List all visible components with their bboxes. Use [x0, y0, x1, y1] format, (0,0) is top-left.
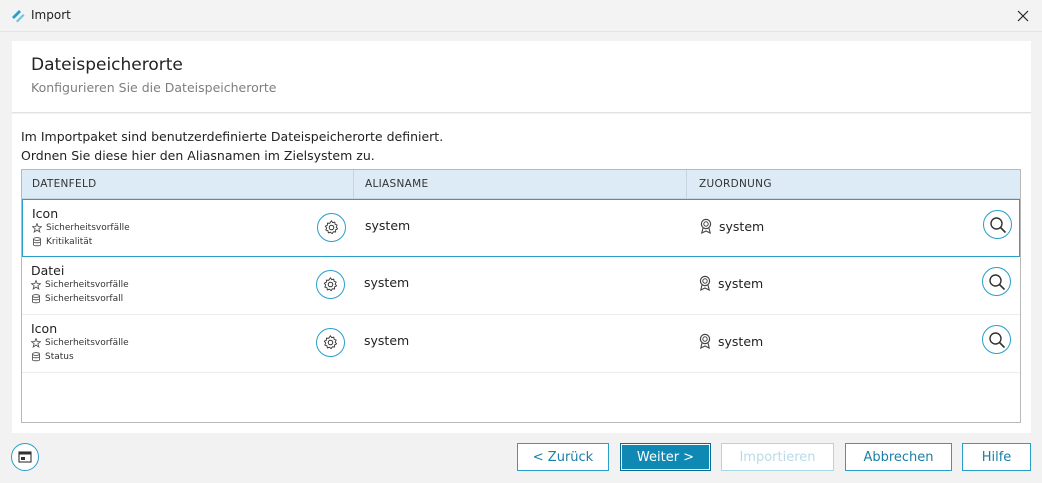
intro-line-2: Ordnen Sie diese hier den Aliasnamen im …	[21, 148, 375, 163]
star-ribbon-icon	[31, 280, 41, 290]
close-icon	[1017, 10, 1029, 22]
zuordnung-value: system	[698, 333, 763, 349]
table-label: Status	[31, 352, 74, 362]
header-panel: Dateispeicherorte Konfigurieren Sie die …	[12, 41, 1031, 113]
title-bar: Import	[0, 0, 1042, 32]
column-header-datenfeld[interactable]: DATENFELD	[32, 170, 96, 198]
magnifier-icon	[988, 331, 1005, 348]
page-title: Dateispeicherorte	[31, 55, 183, 75]
module-label: Sicherheitsvorfälle	[31, 338, 129, 348]
database-icon	[32, 294, 40, 304]
settings-button[interactable]	[316, 328, 345, 357]
table-label: Sicherheitsvorfall	[31, 294, 123, 304]
settings-button[interactable]	[316, 270, 345, 299]
badge-icon	[700, 218, 712, 234]
content-panel: Im Importpaket sind benutzerdefinierte D…	[12, 114, 1031, 433]
settings-button[interactable]	[317, 213, 346, 242]
window-title: Import	[31, 8, 71, 22]
close-button[interactable]	[1010, 4, 1036, 28]
intro-line-1: Im Importpaket sind benutzerdefinierte D…	[21, 129, 444, 144]
next-button[interactable]: Weiter >	[620, 443, 711, 471]
gear-icon	[323, 277, 338, 292]
gear-icon	[323, 335, 338, 350]
datenfeld-title: Icon	[31, 321, 58, 336]
search-button[interactable]	[983, 210, 1012, 239]
gear-icon	[324, 220, 339, 235]
help-button[interactable]: Hilfe	[962, 443, 1031, 471]
window-layout-icon	[18, 451, 32, 463]
table-row[interactable]: Datei Sicherheitsvorfälle Sicherheitsvor…	[22, 257, 1020, 315]
module-label: Sicherheitsvorfälle	[32, 223, 130, 233]
back-button[interactable]: < Zurück	[517, 443, 609, 471]
magnifier-icon	[989, 216, 1006, 233]
column-separator	[353, 170, 354, 198]
aliasname-value: system	[364, 275, 410, 290]
cancel-button[interactable]: Abbrechen	[845, 443, 952, 471]
intro-text: Im Importpaket sind benutzerdefinierte D…	[21, 127, 443, 165]
star-ribbon-icon	[31, 338, 41, 348]
star-ribbon-icon	[32, 223, 42, 233]
module-label: Sicherheitsvorfälle	[31, 280, 129, 290]
app-logo-icon	[12, 10, 25, 23]
import-button[interactable]: Importieren	[721, 443, 834, 471]
magnifier-icon	[988, 273, 1005, 290]
mapping-grid: DATENFELD ALIASNAME ZUORDNUNG Icon Siche…	[21, 169, 1021, 423]
view-toggle-button[interactable]	[11, 443, 39, 471]
aliasname-value: system	[364, 333, 410, 348]
search-button[interactable]	[982, 325, 1011, 354]
column-separator	[686, 170, 687, 198]
datenfeld-title: Datei	[31, 263, 65, 278]
badge-icon	[699, 275, 711, 291]
database-icon	[33, 237, 41, 247]
table-row[interactable]: Icon Sicherheitsvorfälle Status system s…	[22, 315, 1020, 373]
column-header-zuordnung[interactable]: ZUORDNUNG	[699, 170, 772, 198]
page-subtitle: Konfigurieren Sie die Dateispeicherorte	[31, 80, 277, 95]
database-icon	[32, 352, 40, 362]
badge-icon	[699, 333, 711, 349]
search-button[interactable]	[982, 267, 1011, 296]
aliasname-value: system	[365, 218, 411, 233]
column-header-aliasname[interactable]: ALIASNAME	[365, 170, 428, 198]
grid-header: DATENFELD ALIASNAME ZUORDNUNG	[22, 170, 1020, 199]
zuordnung-value: system	[699, 218, 764, 234]
zuordnung-value: system	[698, 275, 763, 291]
table-row[interactable]: Icon Sicherheitsvorfälle Kritikalität sy…	[22, 199, 1020, 257]
datenfeld-title: Icon	[32, 206, 59, 221]
table-label: Kritikalität	[32, 237, 92, 247]
